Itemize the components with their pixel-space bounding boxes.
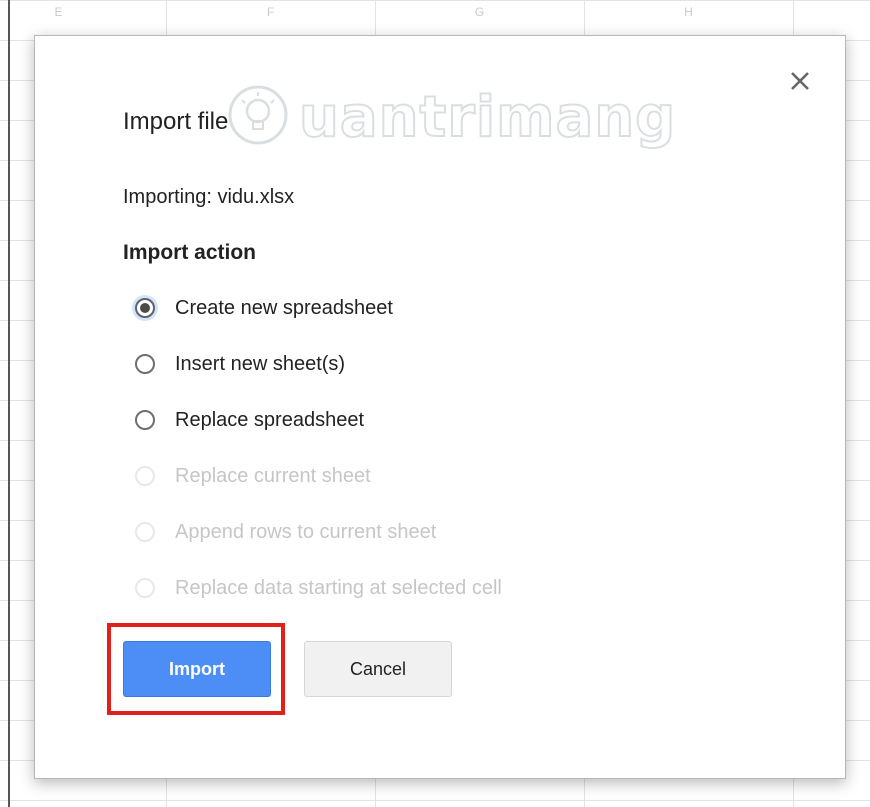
- option-replace-spreadsheet[interactable]: Replace spreadsheet: [135, 392, 502, 448]
- radio-button[interactable]: [135, 410, 155, 430]
- close-icon[interactable]: [787, 68, 813, 94]
- lightbulb-logo-icon: [225, 82, 291, 153]
- radio-button-disabled: [135, 578, 155, 598]
- import-file-dialog: Import file uantrimang Importing: vidu.x…: [34, 35, 846, 779]
- import-action-options: Create new spreadsheet Insert new sheet(…: [135, 280, 502, 616]
- option-replace-current-sheet: Replace current sheet: [135, 448, 502, 504]
- option-label: Replace data starting at selected cell: [175, 576, 502, 599]
- radio-button[interactable]: [135, 298, 155, 318]
- window-left-border: [8, 0, 10, 807]
- radio-button-disabled: [135, 466, 155, 486]
- option-create-new-spreadsheet[interactable]: Create new spreadsheet: [135, 280, 502, 336]
- option-insert-new-sheets[interactable]: Insert new sheet(s): [135, 336, 502, 392]
- column-header-f[interactable]: F: [166, 0, 375, 24]
- option-label: Append rows to current sheet: [175, 520, 437, 543]
- option-label: Replace current sheet: [175, 464, 371, 487]
- column-header-h[interactable]: H: [584, 0, 793, 24]
- column-header-g[interactable]: G: [375, 0, 584, 24]
- import-button[interactable]: Import: [123, 641, 271, 697]
- option-label: Replace spreadsheet: [175, 408, 365, 431]
- radio-button[interactable]: [135, 354, 155, 374]
- importing-filename: Importing: vidu.xlsx: [123, 186, 295, 208]
- import-action-heading: Import action: [123, 241, 257, 264]
- option-label: Create new spreadsheet: [175, 296, 393, 319]
- watermark: uantrimang: [225, 82, 676, 153]
- radio-button-disabled: [135, 522, 155, 542]
- column-header-e[interactable]: E: [0, 0, 163, 24]
- option-append-rows: Append rows to current sheet: [135, 504, 502, 560]
- option-label: Insert new sheet(s): [175, 352, 346, 375]
- option-replace-data-at-cell: Replace data starting at selected cell: [135, 560, 502, 616]
- cancel-button[interactable]: Cancel: [304, 641, 452, 697]
- watermark-text: uantrimang: [298, 84, 677, 151]
- dialog-title: Import file: [123, 108, 229, 135]
